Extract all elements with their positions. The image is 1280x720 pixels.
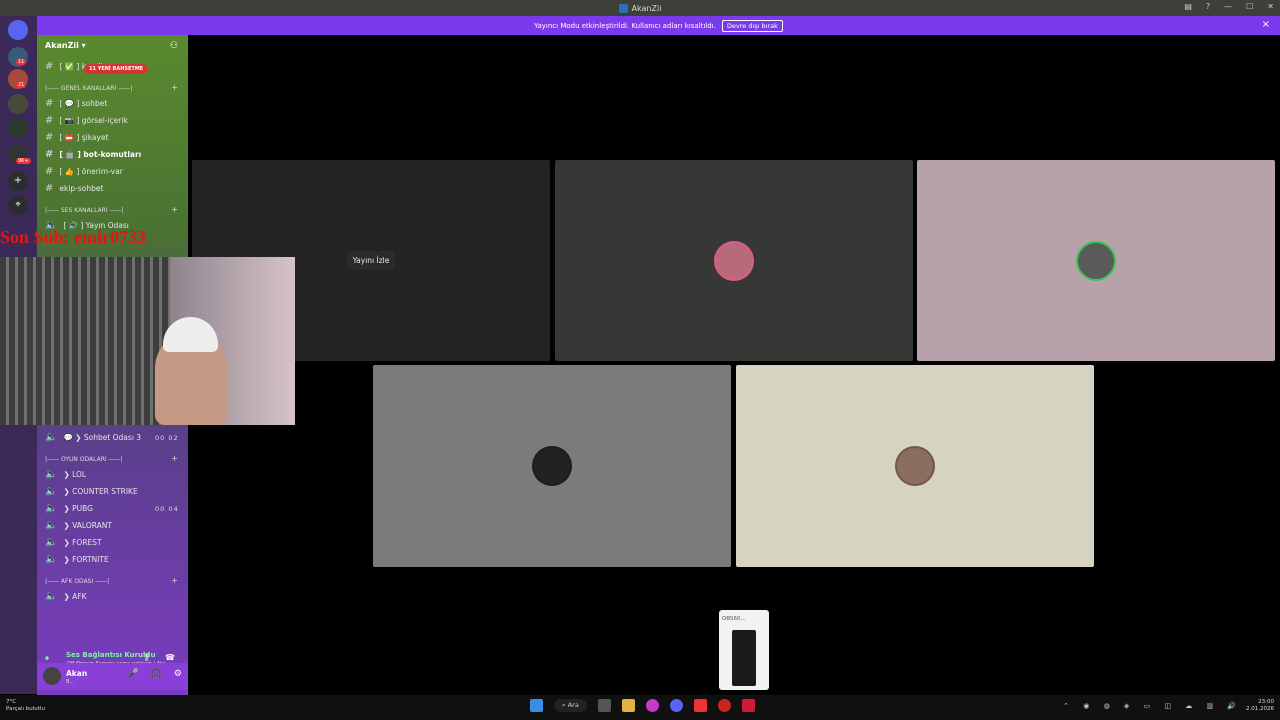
clock[interactable]: 23:00 2.01.2026 — [1246, 699, 1274, 713]
user-panel: Akan B... 🎤 🎧 ⚙ — [37, 663, 188, 690]
voice-status[interactable]: Ses Bağlantısı Kuruldu — [66, 651, 155, 659]
speaker-icon: 🔈 — [45, 591, 58, 602]
window-title: AkanZii — [631, 3, 662, 13]
user-count: 00 04 — [155, 505, 179, 513]
webcam-overlay — [0, 257, 295, 425]
task-view-icon[interactable] — [597, 699, 611, 712]
settings-gear-icon[interactable]: ⚙ — [174, 669, 182, 679]
streamer-mode-banner: Yayıncı Modu etkinleştirildi. Kullanıcı … — [37, 16, 1280, 35]
help-icon[interactable]: ? — [1206, 2, 1210, 11]
server-name[interactable]: AkanZii ▾ — [45, 41, 86, 50]
category-voice[interactable]: |—— SES KANALLARI ——| — [45, 207, 124, 214]
new-mentions-badge[interactable]: 11 YENİ BAHSETME — [84, 64, 149, 74]
channel-sohbet[interactable]: #[ 💬 ] sohbet — [45, 98, 107, 109]
voice-channel-fortnite[interactable]: 🔈 ❯ FORTNITE — [45, 554, 109, 565]
taskbar: 7°C Parçalı bulutlu ⌕ Ara ⌃ ◉ ◍ ◈ ▭ ◫ ☁ … — [0, 695, 1280, 720]
avatar — [714, 240, 754, 281]
avatar — [532, 446, 572, 486]
inbox-icon[interactable]: ▤ — [1184, 2, 1192, 11]
stream-overlay-last-sub: Son Sub: emir0733 — [0, 227, 147, 247]
category-games[interactable]: |—— OYUN ODALARI ——| — [45, 456, 123, 463]
username[interactable]: Akan — [66, 669, 87, 678]
participant-tile[interactable] — [373, 365, 731, 567]
preview-label: OBS60... — [722, 616, 746, 622]
disconnect-icon[interactable]: ☎ — [165, 653, 175, 662]
voice-channel-lol[interactable]: 🔈 ❯ LOL — [45, 469, 86, 480]
opera-gx-icon[interactable] — [645, 699, 659, 712]
window-titlebar: AkanZii ▤ ? — ☐ ✕ — [0, 0, 1280, 16]
weather-widget[interactable]: 7°C Parçalı bulutlu — [6, 699, 45, 713]
preview-thumbnail — [732, 630, 756, 686]
app-icon[interactable] — [693, 699, 707, 712]
banner-message: Yayıncı Modu etkinleştirildi. Kullanıcı … — [534, 21, 716, 30]
discord-home-icon[interactable] — [8, 20, 28, 40]
minimize-button[interactable]: — — [1224, 2, 1232, 11]
speaker-icon: 🔈 — [45, 537, 58, 548]
voice-channel-valorant[interactable]: 🔈 ❯ VALORANT — [45, 520, 112, 531]
channel-bot-komutlari[interactable]: #[ 🤖 ] bot-komutları — [45, 149, 141, 160]
noise-suppression-icon[interactable]: ⫼ — [145, 653, 149, 663]
mention-badge: 11 — [16, 59, 27, 65]
app-icon[interactable] — [717, 699, 731, 712]
participant-tile[interactable] — [736, 365, 1094, 567]
mention-badge: 21 — [16, 82, 27, 88]
avatar — [1076, 240, 1116, 281]
discord-taskbar-icon[interactable] — [669, 699, 683, 712]
app-icon — [618, 3, 628, 13]
taskbar-preview-popup[interactable]: OBS60... — [719, 610, 769, 690]
banner-close-icon[interactable]: × — [1262, 19, 1270, 30]
server-icon[interactable] — [8, 94, 28, 114]
add-channel-icon[interactable]: + — [171, 83, 178, 92]
add-channel-icon[interactable]: + — [171, 454, 178, 463]
disable-streamer-mode-button[interactable]: Devre dışı bırak — [721, 19, 783, 32]
speaker-icon: 🔈 — [45, 554, 58, 565]
microphone-icon[interactable]: 🎤 — [127, 669, 138, 679]
obs-icon[interactable] — [741, 699, 755, 712]
add-channel-icon[interactable]: + — [171, 576, 178, 585]
search-box[interactable]: ⌕ Ara — [554, 699, 587, 712]
avatar[interactable] — [43, 667, 61, 685]
channel-gorsel-icerik[interactable]: #[ 📷 ] görsel-içerik — [45, 115, 128, 126]
speaker-icon: 🔈 — [45, 486, 58, 497]
speaker-icon: 🔈 — [45, 469, 58, 480]
speaker-icon: 🔈 — [45, 520, 58, 531]
add-server-icon[interactable]: + — [8, 171, 28, 191]
speaker-icon: 🔈 — [45, 503, 58, 514]
user-status: B... — [66, 679, 75, 685]
mention-badge: 9K+ — [16, 158, 31, 164]
invite-icon[interactable]: ⚇ — [170, 41, 178, 51]
headphones-icon[interactable]: 🎧 — [151, 669, 162, 679]
participant-tile[interactable] — [917, 160, 1275, 361]
add-channel-icon[interactable]: + — [171, 205, 178, 214]
user-count: 00 02 — [155, 434, 179, 442]
watch-stream-button[interactable]: Yayını İzle — [346, 251, 396, 270]
server-icon[interactable] — [8, 118, 28, 138]
channel-ekip-sohbet[interactable]: # ekip-sohbet — [45, 183, 103, 194]
maximize-button[interactable]: ☐ — [1246, 2, 1253, 11]
explore-icon[interactable]: ⌖ — [8, 195, 28, 215]
file-explorer-icon[interactable] — [621, 699, 635, 712]
participant-tile[interactable] — [555, 160, 913, 361]
voice-channel-forest[interactable]: 🔈 ❯ FOREST — [45, 537, 102, 548]
channel-sikayet[interactable]: #[ 📛 ] şikayet — [45, 132, 109, 143]
avatar — [895, 446, 935, 486]
speaker-icon: 🔈 — [45, 432, 58, 443]
signal-icon: ⦁ — [45, 653, 49, 662]
voice-channel-sohbet-odasi-3[interactable]: 🔈 💬 ❯ Sohbet Odası 3 — [45, 432, 141, 443]
category-afk[interactable]: |—— AFK ODASI ——| — [45, 578, 109, 585]
close-button[interactable]: ✕ — [1267, 2, 1274, 11]
voice-channel-pubg[interactable]: 🔈 ❯ PUBG — [45, 503, 93, 514]
system-tray[interactable]: ⌃ ◉ ◍ ◈ ▭ ◫ ☁ ▥ 🔊 — [1063, 702, 1242, 710]
start-icon[interactable] — [530, 699, 543, 712]
voice-channel-counter-strike[interactable]: 🔈 ❯ COUNTER STRIKE — [45, 486, 138, 497]
voice-channel-afk[interactable]: 🔈 ❯ AFK — [45, 591, 86, 602]
channel-onerim-var[interactable]: #[ 👍 ] önerim-var — [45, 166, 123, 177]
category-general[interactable]: |—— GENEL KANALLARI ——| — [45, 85, 132, 92]
